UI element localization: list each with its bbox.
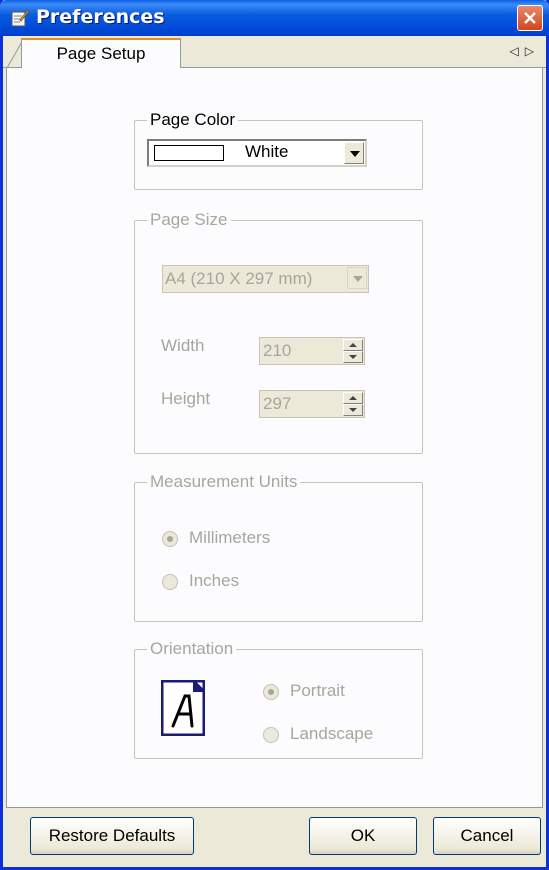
page-color-group: Page Color White [134,110,423,190]
close-icon [524,12,536,24]
portrait-label: Portrait [290,681,345,700]
arrow-down-icon [349,408,357,412]
page-size-value: A4 (210 X 297 mm) [165,269,313,288]
scroll-left-icon[interactable]: ◁ [510,44,525,58]
width-label: Width [161,336,205,355]
page-color-legend: Page Color [147,110,239,130]
millimeters-label: Millimeters [189,528,271,547]
window-title: Preferences [36,6,165,28]
page-size-dropdown-button[interactable] [347,267,367,289]
measurement-units-legend: Measurement Units [147,472,301,492]
height-decrement-button[interactable] [343,404,363,416]
preferences-window: Preferences Page Setup ◁▷ Page Color Whi… [0,0,549,870]
height-label: Height [161,389,211,408]
scroll-right-icon[interactable]: ▷ [525,44,540,58]
width-value: 210 [263,341,292,360]
page-setup-panel: Page Color White Page Size A4 (210 X 297… [6,68,543,808]
preferences-icon [11,9,30,27]
arrow-up-icon [349,343,357,347]
title-bar[interactable]: Preferences [0,0,549,36]
width-increment-button[interactable] [343,339,363,351]
cancel-button[interactable]: Cancel [433,817,541,855]
measurement-units-group: Measurement Units Millimeters Inches [134,472,423,622]
arrow-down-icon [349,355,357,359]
page-size-legend: Page Size [147,210,231,230]
page-size-group: Page Size A4 (210 X 297 mm) Width 210 He… [134,210,423,454]
tab-scroll-arrows[interactable]: ◁▷ [510,44,540,58]
page-size-select[interactable]: A4 (210 X 297 mm) [162,265,369,293]
height-stepper[interactable]: 297 [259,390,365,418]
color-swatch [154,145,224,161]
orientation-group: Orientation Portrait Landscape [134,639,423,759]
inches-radio[interactable] [162,574,178,590]
chevron-down-icon [353,276,363,282]
landscape-label: Landscape [290,724,374,743]
height-spin-buttons[interactable] [343,392,363,416]
height-value: 297 [263,394,292,413]
orientation-legend: Orientation [147,639,237,659]
restore-defaults-button[interactable]: Restore Defaults [30,817,194,855]
width-spin-buttons[interactable] [343,339,363,363]
width-decrement-button[interactable] [343,351,363,363]
arrow-up-icon [349,396,357,400]
portrait-radio[interactable] [263,684,279,700]
close-button[interactable] [517,5,543,31]
ok-button[interactable]: OK [309,817,417,855]
height-increment-button[interactable] [343,392,363,404]
millimeters-radio[interactable] [162,531,178,547]
width-stepper[interactable]: 210 [259,337,365,365]
page-color-value: White [245,142,289,161]
inches-label: Inches [189,571,240,590]
landscape-radio[interactable] [263,727,279,743]
page-color-dropdown-button[interactable] [344,142,364,164]
page-color-select[interactable]: White [147,139,367,167]
portrait-page-icon [161,680,205,736]
chevron-down-icon [350,151,360,157]
tab-strip: Page Setup ◁▷ [3,36,546,69]
tab-page-setup[interactable]: Page Setup [21,38,181,69]
